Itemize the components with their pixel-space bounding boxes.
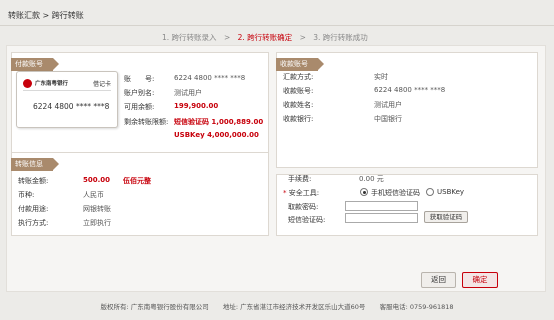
payee-mode: 实时: [374, 73, 388, 81]
payer-account-no: 6224 4800 **** ***8: [174, 74, 246, 82]
currency-value: 人民币: [83, 191, 104, 199]
transfer-info-tag: 转账信息: [11, 158, 59, 171]
amount-uppercase: 伍佰元整: [123, 177, 151, 185]
card-bank-name: 广东南粤银行: [35, 81, 69, 87]
required-mark: *: [283, 189, 287, 197]
sms-option-label[interactable]: 手机短信验证码: [371, 188, 420, 198]
payee-bank: 中国银行: [374, 115, 402, 123]
payer-limit-sms: 短信验证码 1,000,889.00: [174, 118, 264, 126]
step-3: 3. 跨行转账成功: [313, 33, 368, 42]
sms-code-label: 短信验证码:: [288, 216, 326, 224]
transfer-info-panel: 转账信息: [11, 152, 269, 236]
breadcrumb: 转账汇款 > 跨行转账: [8, 11, 84, 20]
payee-mode-label: 汇款方式:: [283, 73, 314, 81]
card-divider: [23, 90, 111, 91]
step-separator: >: [223, 33, 231, 42]
password-label: 取款密码:: [288, 203, 319, 211]
payer-alias: 测试用户: [174, 89, 202, 97]
payer-account-no-label: 账 号:: [124, 75, 155, 83]
confirm-button[interactable]: 确定: [462, 272, 498, 288]
breadcrumb-divider: [0, 25, 554, 26]
step-separator: >: [299, 33, 306, 42]
fee-value: 0.00 元: [359, 175, 384, 183]
footer-hotline: 客服电话: 0759-961818: [379, 303, 454, 311]
payee-name-label: 收款姓名:: [283, 101, 314, 109]
payee-bank-label: 收款银行:: [283, 115, 314, 123]
password-input[interactable]: [345, 201, 418, 211]
purpose-label: 付款用途:: [18, 205, 49, 213]
payee-account-panel: 收款账号: [276, 52, 538, 168]
usbkey-radio[interactable]: [426, 188, 434, 196]
execution-mode-label: 执行方式:: [18, 219, 49, 227]
payer-balance-label: 可用余额:: [124, 103, 155, 111]
payee-account-no: 6224 4800 **** ***8: [374, 86, 446, 94]
footer: 版权所有: 广东南粤银行股份有限公司 地址: 广东省湛江市经济技术开发区乐山大道…: [0, 294, 554, 320]
footer-copyright: 版权所有: 广东南粤银行股份有限公司: [100, 303, 209, 311]
sms-code-input[interactable]: [345, 213, 418, 223]
usbkey-option-label[interactable]: USBKey: [437, 188, 464, 196]
card-number: 6224 4800 **** ***8: [33, 102, 110, 111]
currency-label: 币种:: [18, 191, 35, 199]
bank-card: 广东南粤银行 借记卡 6224 4800 **** ***8: [16, 71, 118, 128]
get-sms-code-button[interactable]: 获取验证码: [424, 211, 468, 223]
payee-account-label: 收款账号:: [283, 87, 314, 95]
footer-address: 地址: 广东省湛江市经济技术开发区乐山大道60号: [222, 303, 366, 311]
payer-alias-label: 账户别名:: [124, 89, 155, 97]
amount-value: 500.00: [83, 176, 111, 184]
payer-limit-usbkey: USBKey 4,000,000.00: [174, 131, 259, 139]
step-1: 1. 跨行转账录入: [162, 33, 217, 42]
payer-account-tag: 付款账号: [11, 58, 59, 71]
payer-limit-label: 剩余转账限额:: [124, 118, 169, 126]
security-tool-label-text: 安全工具:: [288, 189, 320, 197]
step-2-current: 2. 跨行转账确定: [237, 33, 293, 42]
step-indicator: 1. 跨行转账录入 > 2. 跨行转账确定 > 3. 跨行转账成功: [162, 32, 368, 43]
card-type: 借记卡: [92, 81, 111, 88]
bank-logo-icon: [23, 79, 32, 88]
payee-account-tag: 收款账号: [276, 58, 324, 71]
amount-label: 转账金额:: [18, 177, 49, 185]
purpose-value: 网银转账: [83, 205, 111, 213]
payer-balance: 199,900.00: [174, 102, 219, 110]
sms-radio[interactable]: [360, 188, 368, 196]
back-button[interactable]: 返回: [421, 272, 456, 288]
execution-mode-value: 立即执行: [83, 219, 111, 227]
security-tool-label: * 安全工具:: [283, 188, 319, 198]
fee-label: 手续费:: [288, 175, 312, 183]
payee-name: 测试用户: [374, 101, 402, 109]
